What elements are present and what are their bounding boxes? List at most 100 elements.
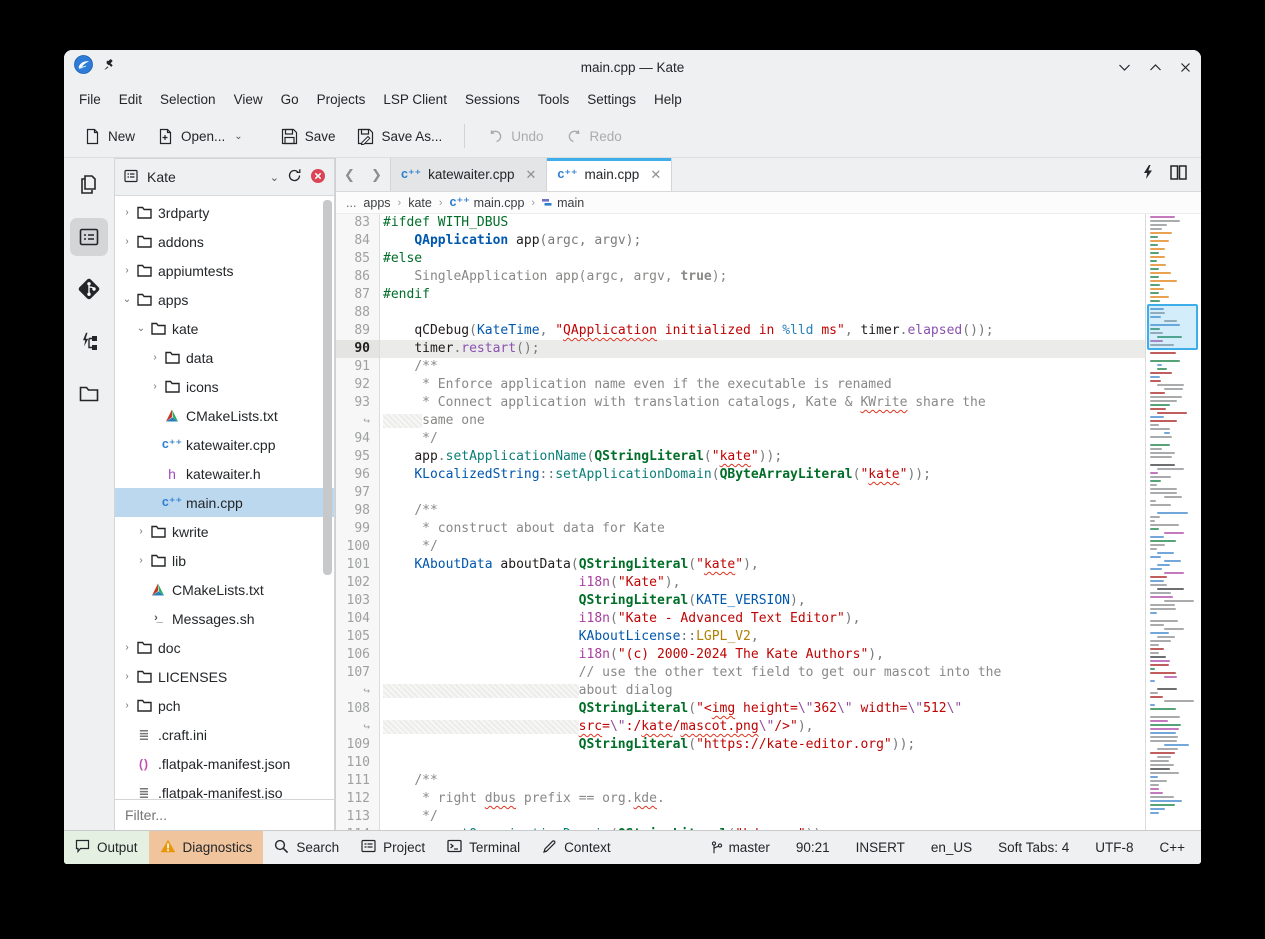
- menu-file[interactable]: File: [70, 88, 110, 111]
- tree-item-cmakelists.txt[interactable]: CMakeLists.txt: [115, 575, 334, 604]
- tree-chevron[interactable]: ›: [120, 671, 134, 682]
- statusbar-terminal-button[interactable]: Terminal: [436, 831, 531, 864]
- new-button[interactable]: New: [76, 122, 143, 151]
- statusbar-project-button[interactable]: Project: [350, 831, 436, 864]
- code-row-90[interactable]: 90 timer.restart();: [336, 340, 1145, 358]
- code-row-103[interactable]: 103 QStringLiteral(KATE_VERSION),: [336, 592, 1145, 610]
- code-row-wrap[interactable]: ↪about dialog: [336, 682, 1145, 700]
- tree-item-.flatpak-manifest.json[interactable]: ().flatpak-manifest.json: [115, 749, 334, 778]
- save-as-button[interactable]: Save As...: [349, 122, 450, 151]
- code-row-102[interactable]: 102 i18n("Kate"),: [336, 574, 1145, 592]
- titlebar[interactable]: main.cpp — Kate: [64, 50, 1201, 84]
- code-row-96[interactable]: 96 KLocalizedString::setApplicationDomai…: [336, 466, 1145, 484]
- code-row-106[interactable]: 106 i18n("(c) 2000-2024 The Kate Authors…: [336, 646, 1145, 664]
- git-branch-status[interactable]: master: [711, 840, 770, 855]
- code-row-113[interactable]: 113 */: [336, 808, 1145, 826]
- maximize-button[interactable]: [1149, 63, 1162, 72]
- statusbar-context-button[interactable]: Context: [531, 831, 622, 864]
- breadcrumb-item-main-cpp[interactable]: c⁺⁺main.cpp: [450, 196, 525, 210]
- code-row-112[interactable]: 112 * right dbus prefix == org.kde.: [336, 790, 1145, 808]
- tree-scrollbar[interactable]: [323, 200, 332, 575]
- split-view-icon[interactable]: [1170, 165, 1187, 185]
- tree-item-apps[interactable]: ⌄apps: [115, 285, 334, 314]
- statusbar-diagnostics-button[interactable]: Diagnostics: [149, 831, 264, 864]
- tab-close-icon[interactable]: ✕: [650, 167, 661, 183]
- project-close-icon[interactable]: [310, 168, 326, 187]
- code-row-83[interactable]: 83#ifdef WITH_DBUS: [336, 214, 1145, 232]
- tree-item-kate[interactable]: ⌄kate: [115, 314, 334, 343]
- tree-item-.craft.ini[interactable]: ≣.craft.ini: [115, 720, 334, 749]
- sidebar-documents-icon[interactable]: [70, 166, 108, 204]
- tab-main-cpp[interactable]: c⁺⁺ main.cpp ✕: [547, 158, 672, 191]
- code-row-105[interactable]: 105 KAboutLicense::LGPL_V2,: [336, 628, 1145, 646]
- code-row-109[interactable]: 109 QStringLiteral("https://kate-editor.…: [336, 736, 1145, 754]
- undo-button[interactable]: Undo: [479, 122, 551, 151]
- code-row-94[interactable]: 94 */: [336, 430, 1145, 448]
- menu-tools[interactable]: Tools: [529, 88, 579, 111]
- code-row-93[interactable]: 93 * Connect application with translatio…: [336, 394, 1145, 412]
- menu-help[interactable]: Help: [645, 88, 691, 111]
- minimap[interactable]: [1145, 214, 1201, 830]
- code-row-wrap[interactable]: ↪src=\":/kate/mascot.png\"/>"),: [336, 718, 1145, 736]
- code-row-89[interactable]: 89 qCDebug(KateTime, "QApplication initi…: [336, 322, 1145, 340]
- menu-sessions[interactable]: Sessions: [456, 88, 529, 111]
- code-row-111[interactable]: 111 /**: [336, 772, 1145, 790]
- tree-chevron[interactable]: ›: [120, 265, 134, 276]
- tab-forward-button[interactable]: ❯: [363, 158, 390, 191]
- menu-lsp-client[interactable]: LSP Client: [374, 88, 456, 111]
- code-row-107[interactable]: 107 // use the other text field to get o…: [336, 664, 1145, 682]
- sidebar-projects-icon[interactable]: [70, 218, 108, 256]
- code-row-85[interactable]: 85#else: [336, 250, 1145, 268]
- close-button[interactable]: [1180, 62, 1191, 73]
- sidebar-filesystem-icon[interactable]: [70, 374, 108, 412]
- code-row-91[interactable]: 91 /**: [336, 358, 1145, 376]
- tree-chevron[interactable]: ⌄: [120, 294, 134, 305]
- tree-item-pch[interactable]: ›pch: [115, 691, 334, 720]
- code-row-95[interactable]: 95 app.setApplicationName(QStringLiteral…: [336, 448, 1145, 466]
- tree-item-kwrite[interactable]: ›kwrite: [115, 517, 334, 546]
- encoding[interactable]: UTF-8: [1095, 840, 1133, 855]
- tree-chevron[interactable]: ›: [120, 700, 134, 711]
- tree-item-icons[interactable]: ›icons: [115, 372, 334, 401]
- menu-settings[interactable]: Settings: [578, 88, 645, 111]
- sidebar-git-icon[interactable]: [70, 270, 108, 308]
- tree-item-messages.sh[interactable]: ›_Messages.sh: [115, 604, 334, 633]
- tree-item-licenses[interactable]: ›LICENSES: [115, 662, 334, 691]
- menu-go[interactable]: Go: [272, 88, 308, 111]
- code-row-84[interactable]: 84 QApplication app(argc, argv);: [336, 232, 1145, 250]
- tree-chevron[interactable]: ›: [120, 236, 134, 247]
- code-row-114[interactable]: 114 app.setOrganizationDomain(QStringLit…: [336, 826, 1145, 830]
- filter-input[interactable]: [115, 807, 334, 823]
- redo-button[interactable]: Redo: [558, 122, 630, 151]
- tree-item-katewaiter.cpp[interactable]: c⁺⁺katewaiter.cpp: [115, 430, 334, 459]
- code-row-99[interactable]: 99 * construct about data for Kate: [336, 520, 1145, 538]
- minimap-viewport[interactable]: [1147, 304, 1198, 350]
- tab-katewaiter-cpp[interactable]: c⁺⁺ katewaiter.cpp ✕: [390, 158, 547, 191]
- tree-item-main.cpp[interactable]: c⁺⁺main.cpp: [115, 488, 334, 517]
- menu-edit[interactable]: Edit: [110, 88, 151, 111]
- tree-chevron[interactable]: ›: [120, 642, 134, 653]
- code-row-92[interactable]: 92 * Enforce application name even if th…: [336, 376, 1145, 394]
- tree-chevron[interactable]: ›: [134, 555, 148, 566]
- code-row-86[interactable]: 86 SingleApplication app(argc, argv, tru…: [336, 268, 1145, 286]
- tree-item-3rdparty[interactable]: ›3rdparty: [115, 198, 334, 227]
- syntax-language[interactable]: C++: [1159, 840, 1185, 855]
- breadcrumb-item-apps[interactable]: apps: [363, 196, 390, 210]
- tree-item-.flatpak-manifest.jso[interactable]: ≣.flatpak-manifest.jso: [115, 778, 334, 799]
- tree-item-addons[interactable]: ›addons: [115, 227, 334, 256]
- tree-item-cmakelists.txt[interactable]: CMakeLists.txt: [115, 401, 334, 430]
- open-dropdown-chevron[interactable]: ⌄: [234, 131, 242, 142]
- quick-open-flash-icon[interactable]: [1142, 164, 1154, 185]
- code-row-97[interactable]: 97: [336, 484, 1145, 502]
- save-button[interactable]: Save: [273, 122, 344, 151]
- open-button[interactable]: Open... ⌄: [149, 122, 251, 151]
- breadcrumb-item-main[interactable]: main: [542, 196, 584, 210]
- tree-chevron[interactable]: ›: [134, 526, 148, 537]
- code-row-wrap[interactable]: ↪same one: [336, 412, 1145, 430]
- cursor-position[interactable]: 90:21: [796, 840, 830, 855]
- code-row-88[interactable]: 88: [336, 304, 1145, 322]
- tab-close-icon[interactable]: ✕: [525, 167, 536, 183]
- breadcrumb-overflow[interactable]: ...: [346, 196, 356, 210]
- menu-selection[interactable]: Selection: [151, 88, 225, 111]
- code-row-108[interactable]: 108 QStringLiteral("<img height=\"362\" …: [336, 700, 1145, 718]
